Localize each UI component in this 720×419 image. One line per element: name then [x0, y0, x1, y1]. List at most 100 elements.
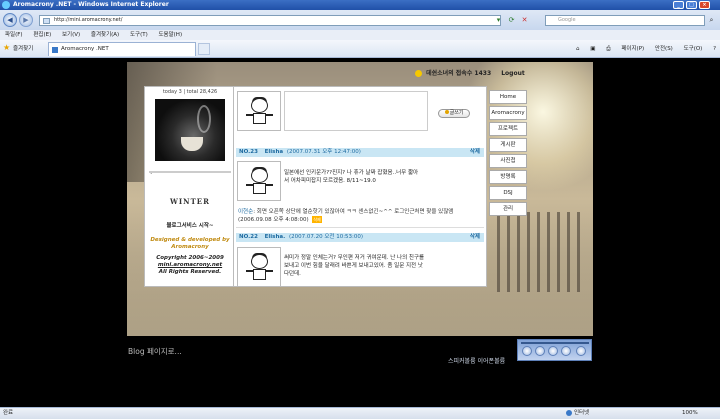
favorites-label: 즐겨찾기: [13, 46, 34, 52]
write-icon: [444, 110, 449, 114]
season-title: WINTER: [170, 197, 210, 206]
dropdown-icon[interactable]: ▾: [493, 15, 504, 26]
designed-line-2: Aromacrony: [171, 244, 209, 250]
post-body: 일본에선 인키운가??진지? 나 휴가 날짜 잡혔음..너무 짧아 서 어차피미…: [284, 169, 480, 185]
delete-button[interactable]: 삭제: [470, 148, 480, 157]
blog-nav: Home Aromacrony 프로젝트 게시판 사진첩 방명록 DSJ 관리: [489, 90, 527, 220]
favorites-button[interactable]: ★ 즐겨찾기: [3, 43, 34, 54]
forward-icon[interactable]: ▶: [19, 13, 33, 27]
copyright-line-1: Copyright 2006~2009: [156, 255, 224, 261]
address-toolbar: ◀ ▶ http://mini.aromacrony.net/ ▾ ⟳ ✕ Go…: [0, 10, 720, 30]
blog-page-link[interactable]: Blog 페이지로...: [128, 346, 182, 357]
cup: [181, 137, 203, 151]
help-icon[interactable]: ?: [713, 46, 716, 52]
search-input[interactable]: Google: [545, 15, 705, 26]
copyright-line-3: All Rights Reserved.: [158, 269, 222, 275]
reply-author[interactable]: 이현순: [238, 209, 253, 215]
nav-photos[interactable]: 사진첩: [489, 154, 527, 168]
back-icon[interactable]: ◀: [3, 13, 17, 27]
divider: [236, 227, 484, 228]
print-icon[interactable]: ⎙: [606, 46, 610, 52]
status-bar: 완료 인터넷 100%: [0, 407, 720, 419]
progress-bar[interactable]: [521, 342, 589, 344]
post-line: 다던데.: [284, 271, 301, 277]
minimize-button[interactable]: _: [673, 1, 684, 9]
write-button-label: 글쓰기: [449, 110, 464, 116]
prev-icon[interactable]: [548, 346, 558, 356]
write-button[interactable]: 글쓰기: [438, 109, 470, 118]
window-title: Aromacrony .NET - Windows Internet Explo…: [13, 1, 169, 8]
menu-file[interactable]: 파일(F): [5, 32, 23, 38]
feeds-icon[interactable]: ▣: [590, 46, 595, 52]
reply-text: 회면 오픈쪽 상단에 열순핫기 있잖아여 ㅋㅋ 센스없긴~^^ 로그인근처면 찾…: [256, 209, 454, 215]
globe-icon: [566, 409, 572, 416]
post-header: NO.23 Elisha (2007.07.31 오후 12:47:00) 삭제: [236, 148, 484, 157]
delete-button[interactable]: 삭제: [470, 233, 480, 242]
volume-label: 스피커볼륨 이어폰볼륨: [448, 358, 506, 365]
nav-dsj[interactable]: DSJ: [489, 186, 527, 200]
search-icon[interactable]: ⌕: [706, 15, 717, 26]
nav-admin[interactable]: 관리: [489, 202, 527, 216]
visitor-info: 데쉰소녀의 접속수 1433 Logout: [415, 68, 525, 77]
menu-favorites[interactable]: 즐겨찾기(A): [91, 32, 119, 38]
visitor-count: 데쉰소녀의 접속수 1433: [426, 70, 492, 77]
reply: 이현순: 회면 오픈쪽 상단에 열순핫기 있잖아여 ㅋㅋ 센스없긴~^^ 로그인…: [238, 209, 454, 223]
page-menu[interactable]: 페이지(P): [621, 46, 644, 52]
play-icon[interactable]: [522, 346, 532, 356]
designed-by: Designed & developed by Aromacrony: [145, 237, 235, 251]
fence-shadow: [497, 212, 587, 292]
post-line: 보내고 이번 힘을 달래려 바쁜게 보내고있어. 좀 일문 지전 낫: [284, 263, 423, 269]
star-icon: ★: [3, 43, 11, 52]
command-bar: ⌂ ▣ ⎙ 페이지(P) 안전(S) 도구(O) ?: [567, 40, 716, 58]
service-start-link[interactable]: 블로그서비스 시작~: [145, 221, 235, 229]
close-button[interactable]: ×: [699, 1, 710, 9]
designed-line-1: Designed & developed by: [150, 237, 230, 243]
menu-help[interactable]: 도움말(H): [158, 32, 182, 38]
menu-edit[interactable]: 편집(E): [33, 32, 51, 38]
stop-icon[interactable]: [535, 346, 545, 356]
post-date: (2007.07.20 오전 10:53:00): [288, 234, 364, 240]
home-icon[interactable]: ⌂: [576, 46, 580, 52]
tab-aromacrony[interactable]: Aromacrony .NET: [48, 42, 196, 56]
safety-menu[interactable]: 안전(S): [655, 46, 673, 52]
security-zone: 인터넷: [566, 408, 589, 419]
reply-date: (2006.09.08 오후 4:08:00): [238, 217, 309, 223]
tools-menu[interactable]: 도구(O): [684, 46, 703, 52]
steam: [197, 105, 211, 133]
volume-icon[interactable]: [576, 346, 586, 356]
post-author[interactable]: Elisha: [265, 149, 283, 155]
profile-panel: today 3 | total 28,426 ◂ WINTER 블로그서비스 시…: [144, 86, 234, 287]
menu-view[interactable]: 보기(V): [62, 32, 80, 38]
menu-tools[interactable]: 도구(T): [130, 32, 148, 38]
address-field[interactable]: http://mini.aromacrony.net/: [39, 15, 501, 26]
refresh-icon[interactable]: ⟳: [506, 15, 517, 26]
post-body: 써미가 정말 인체는거? 무인편 저거 귀여운데. 난 나의 친구를 보내고 이…: [284, 254, 480, 278]
post-author[interactable]: Elisha.: [265, 234, 286, 240]
post-line: 써미가 정말 인체는거? 무인편 저거 귀여운데. 난 나의 친구를: [284, 255, 425, 261]
avatar: [237, 161, 281, 201]
nav-guestbook[interactable]: 방명록: [489, 170, 527, 184]
nav-aromacrony[interactable]: Aromacrony: [489, 106, 527, 120]
maximize-button[interactable]: □: [686, 1, 697, 9]
logout-link[interactable]: Logout: [501, 70, 525, 77]
next-icon[interactable]: [561, 346, 571, 356]
post-number: NO.22: [239, 234, 258, 240]
media-player: [517, 339, 592, 361]
post-date: (2007.07.31 오후 12:47:00): [286, 149, 361, 155]
post-header: NO.22 Elisha. (2007.07.20 오전 10:53:00) 삭…: [236, 233, 484, 242]
post-line: 일본에선 인키운가??진지? 나 휴가 날짜 잡혔음..너무 짧아: [284, 170, 419, 176]
reply-delete[interactable]: 삭제: [312, 216, 322, 223]
zone-label: 인터넷: [574, 410, 590, 416]
nav-project[interactable]: 프로젝트: [489, 122, 527, 136]
tab-page-icon: [52, 47, 58, 53]
avatar: [237, 91, 281, 131]
divider: [149, 171, 231, 173]
guestbook-textarea[interactable]: [284, 91, 428, 131]
zoom-level[interactable]: 100%: [682, 408, 698, 419]
copyright-url[interactable]: mini.aromacrony.net: [145, 262, 235, 269]
nav-home[interactable]: Home: [489, 90, 527, 104]
new-tab-button[interactable]: [198, 43, 210, 55]
post-number: NO.23: [239, 149, 258, 155]
stop-icon[interactable]: ✕: [519, 15, 530, 26]
nav-board[interactable]: 게시판: [489, 138, 527, 152]
